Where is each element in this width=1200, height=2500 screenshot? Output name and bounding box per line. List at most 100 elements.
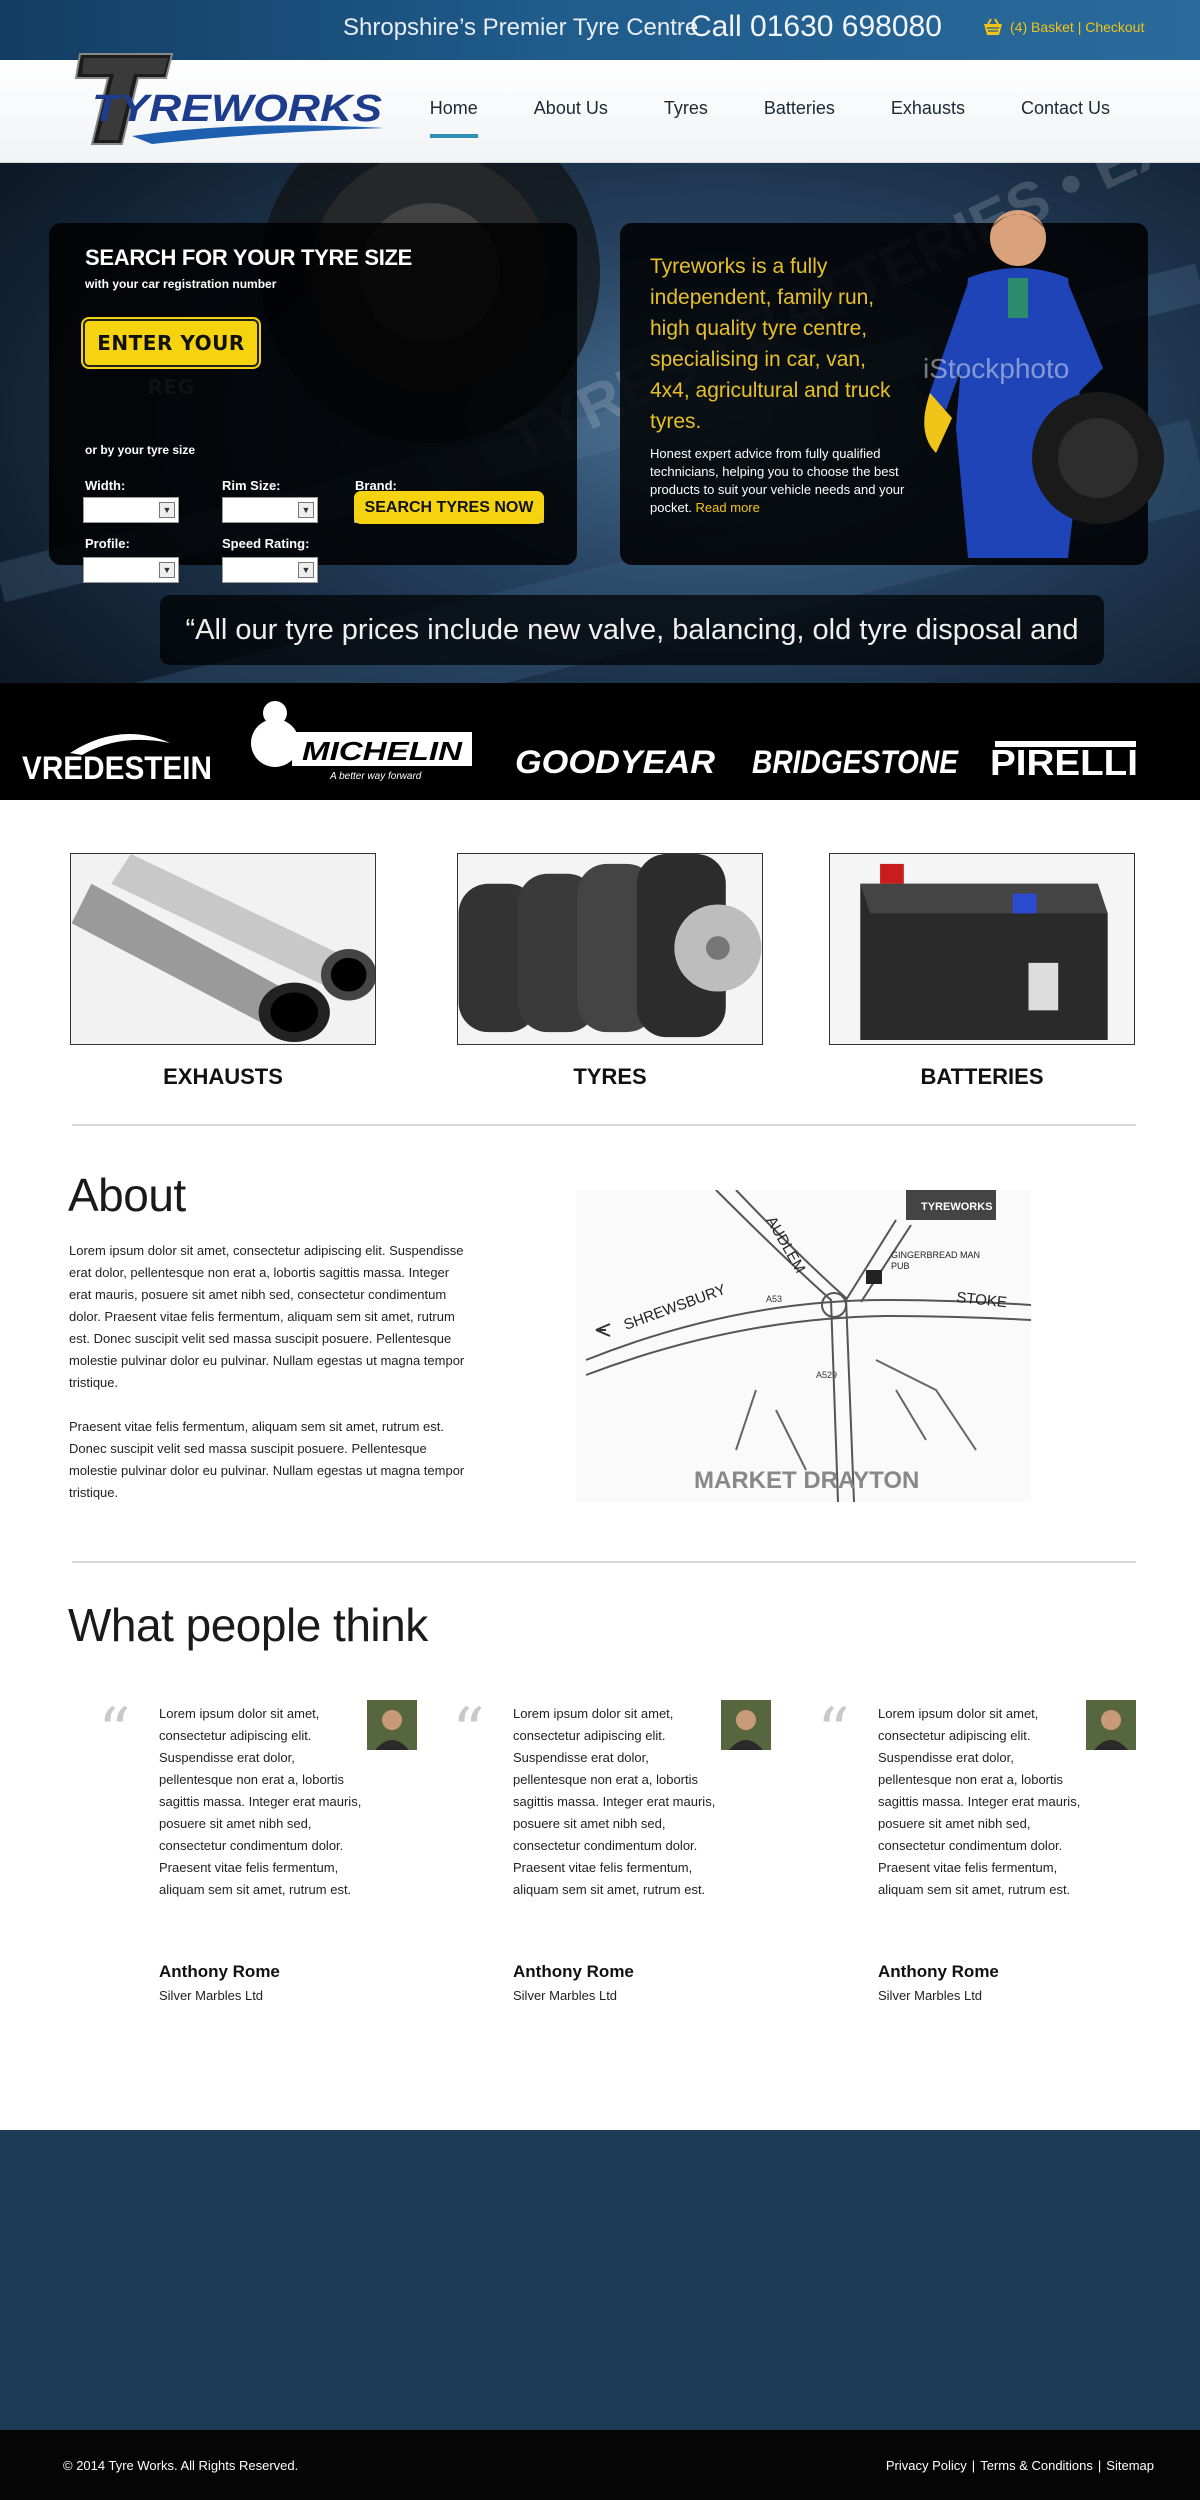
michelin-logo-text: MICHELIN — [302, 736, 464, 766]
dropdown-arrow-icon: ▼ — [298, 502, 314, 518]
avatar — [1086, 1700, 1136, 1750]
profile-label: Profile: — [85, 536, 130, 551]
search-or-text: or by your tyre size — [85, 443, 196, 457]
testimonials-title: What people think — [68, 1599, 428, 1651]
dropdown-arrow-icon: ▼ — [159, 562, 175, 578]
map-road-a529: A529 — [816, 1370, 837, 1380]
exhausts-image — [70, 853, 377, 1045]
mechanic-image: iStockphoto — [923, 210, 1164, 558]
footer-separator: | — [971, 2458, 976, 2473]
speed-rating-label: Speed Rating: — [222, 536, 310, 551]
search-subtitle: with your car registration number — [85, 277, 277, 291]
testimonial-card: “ Lorem ipsum dolor sit amet, consectetu… — [817, 1700, 1142, 2020]
about-paragraph: Praesent vitae felis fermentum, aliquam … — [69, 1419, 465, 1500]
quote-mark-icon: “ — [452, 1695, 485, 1769]
testimonial-company: Silver Marbles Ltd — [513, 1988, 618, 2003]
michelin-tagline: A better way forward — [329, 771, 422, 782]
map-road-a53: A53 — [766, 1294, 782, 1304]
testimonial-name: Anthony Rome — [513, 1962, 634, 1981]
category-batteries[interactable]: BATTERIES — [829, 853, 1135, 1090]
sitemap-link[interactable]: Sitemap — [1106, 2458, 1154, 2473]
goodyear-logo[interactable]: GOODYEAR — [515, 744, 715, 780]
quote-mark-icon: “ — [98, 1695, 131, 1769]
category-label[interactable]: BATTERIES — [829, 1064, 1135, 1090]
bridgestone-logo[interactable]: BRIDGESTONE — [752, 744, 959, 780]
testimonial-name: Anthony Rome — [159, 1962, 280, 1981]
dropdown-arrow-icon: ▼ — [298, 562, 314, 578]
testimonial-card: “ Lorem ipsum dolor sit amet, consectetu… — [452, 1700, 777, 2020]
category-tyres[interactable]: TYRES — [457, 853, 763, 1090]
testimonial-text: Lorem ipsum dolor sit amet, consectetur … — [878, 1706, 1081, 1897]
vredestein-logo[interactable]: VREDESTEIN — [22, 734, 212, 786]
avatar — [721, 1700, 771, 1750]
batteries-image — [829, 853, 1135, 1045]
pirelli-logo-text: PIRELLI — [990, 742, 1138, 783]
read-more-link[interactable]: Read more — [696, 500, 760, 515]
goodyear-logo-text: GOODYEAR — [515, 744, 715, 780]
main-nav: Home About Us Tyres Batteries Exhausts C… — [402, 98, 1138, 138]
logo-text: TYREWORKS — [92, 88, 382, 130]
footer-separator: | — [1097, 2458, 1102, 2473]
map-pub-line1: GINGERBREAD MAN — [891, 1250, 980, 1260]
map-logo: TYREWORKS — [921, 1201, 993, 1213]
about-title: About — [68, 1169, 186, 1221]
nav-about-us[interactable]: About Us — [506, 98, 636, 138]
avatar — [367, 1700, 417, 1750]
vredestein-logo-text: VREDESTEIN — [22, 750, 212, 786]
about-text: Lorem ipsum dolor sit amet, consectetur … — [69, 1240, 469, 1504]
pricing-quote-banner: “All our tyre prices include new valve, … — [160, 595, 1104, 716]
speed-rating-select[interactable]: ▼ — [222, 557, 318, 583]
location-map[interactable]: TYREWORKS SHREWSBURY AUDLEM STOKE GINGER… — [576, 1190, 1031, 1502]
privacy-policy-link[interactable]: Privacy Policy — [886, 2458, 967, 2473]
nav-batteries[interactable]: Batteries — [736, 98, 863, 138]
map-town: MARKET DRAYTON — [694, 1467, 919, 1494]
search-title: SEARCH FOR YOUR TYRE SIZE — [85, 245, 413, 270]
map-pub-line2: PUB — [891, 1261, 910, 1271]
section-divider — [72, 1561, 1136, 1563]
terms-link[interactable]: Terms & Conditions — [980, 2458, 1093, 2473]
search-tyres-button[interactable]: SEARCH TYRES NOW — [354, 491, 544, 524]
tyres-image — [457, 853, 763, 1045]
nav-exhausts[interactable]: Exhausts — [863, 98, 993, 138]
hero-banner: TYRES • BATTERIES • EXHAUSTS SEARCH FOR … — [0, 163, 1200, 800]
dropdown-arrow-icon: ▼ — [159, 502, 175, 518]
testimonial-text: Lorem ipsum dolor sit amet, consectetur … — [159, 1706, 362, 1897]
width-select[interactable]: ▼ — [83, 497, 179, 523]
basket-link[interactable]: (4) Basket | Checkout — [982, 18, 1144, 36]
pirelli-logo[interactable]: PIRELLI — [990, 741, 1138, 783]
phone-number[interactable]: Call 01630 698080 — [690, 10, 942, 44]
stock-watermark: iStockphoto — [923, 353, 1069, 384]
nav-tyres[interactable]: Tyres — [636, 98, 736, 138]
rim-size-select[interactable]: ▼ — [222, 497, 318, 523]
basket-icon — [984, 18, 1002, 35]
category-label[interactable]: TYRES — [457, 1064, 763, 1090]
testimonial-text: Lorem ipsum dolor sit amet, consectetur … — [513, 1706, 716, 1897]
about-paragraph: Lorem ipsum dolor sit amet, consectetur … — [69, 1243, 465, 1390]
intro-body-text: Honest expert advice from fully qualifie… — [650, 446, 905, 515]
bridgestone-logo-text: BRIDGESTONE — [752, 744, 959, 780]
category-exhausts[interactable]: EXHAUSTS — [70, 853, 377, 1090]
footer-links: Privacy Policy | Terms & Conditions | Si… — [886, 2458, 1154, 2473]
section-divider — [72, 1124, 1136, 1126]
profile-select[interactable]: ▼ — [83, 557, 179, 583]
copyright-text: © 2014 Tyre Works. All Rights Reserved. — [63, 2458, 299, 2473]
rim-size-label: Rim Size: — [222, 478, 281, 493]
basket-label[interactable]: (4) Basket | Checkout — [1010, 19, 1144, 35]
enter-reg-button[interactable]: ENTER YOUR REG — [83, 319, 259, 399]
michelin-logo[interactable]: MICHELIN A better way forward — [251, 701, 472, 782]
site-tagline: Shropshire’s Premier Tyre Centre — [343, 14, 699, 41]
quote-mark-icon: “ — [817, 1695, 850, 1769]
testimonial-card: “ Lorem ipsum dolor sit amet, consectetu… — [98, 1700, 423, 2020]
testimonial-name: Anthony Rome — [878, 1962, 999, 1981]
category-label[interactable]: EXHAUSTS — [70, 1064, 376, 1090]
footer: © 2014 Tyre Works. All Rights Reserved. … — [0, 2430, 1200, 2500]
site-logo[interactable]: TYREWORKS — [72, 48, 390, 148]
footer-band — [0, 2130, 1200, 2430]
nav-contact-us[interactable]: Contact Us — [993, 98, 1138, 138]
testimonial-company: Silver Marbles Ltd — [159, 1988, 264, 2003]
testimonial-company: Silver Marbles Ltd — [878, 1988, 983, 2003]
tyre-search-panel: SEARCH FOR YOUR TYRE SIZE with your car … — [49, 223, 577, 583]
brand-logos-strip: VREDESTEIN MICHELIN A better way forward… — [0, 683, 1200, 800]
width-label: Width: — [85, 478, 126, 493]
nav-home[interactable]: Home — [402, 98, 506, 138]
